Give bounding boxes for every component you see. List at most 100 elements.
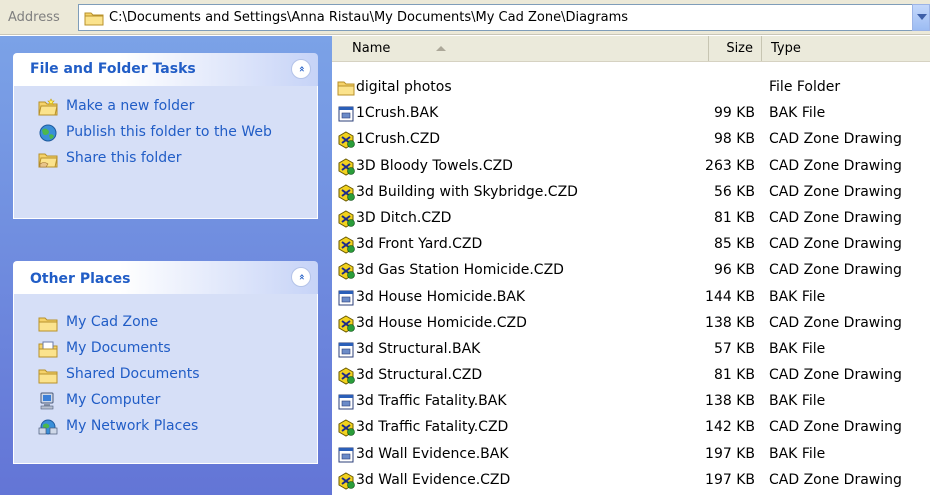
panel-title: Other Places xyxy=(30,271,131,287)
bak-file-icon xyxy=(337,289,355,307)
file-size: 99 KB xyxy=(713,105,755,122)
column-header-bar: Name Size Type xyxy=(332,36,930,62)
file-type: CAD Zone Drawing xyxy=(769,471,902,488)
folder-icon xyxy=(38,369,58,384)
file-folder-tasks-header[interactable]: File and Folder Tasks « xyxy=(13,53,318,86)
file-row[interactable]: 3d House Homicide.BAK 144 KB BAK File xyxy=(332,286,930,312)
file-row[interactable]: 3d House Homicide.CZD 138 KB CAD Zone Draw… xyxy=(332,312,930,338)
collapse-chevron-icon[interactable]: « xyxy=(291,267,311,287)
bak-file-icon xyxy=(337,393,355,411)
share-folder-icon xyxy=(38,153,58,168)
file-name: 3d Gas Station Homicide.CZD xyxy=(356,262,564,279)
network-places-icon xyxy=(38,419,58,435)
file-name: 3d Structural.BAK xyxy=(356,340,481,357)
file-row[interactable]: 1Crush.CZD 98 KB CAD Zone Drawing xyxy=(332,128,930,154)
file-type: CAD Zone Drawing xyxy=(769,209,902,226)
file-type: CAD Zone Drawing xyxy=(769,367,902,384)
file-type: CAD Zone Drawing xyxy=(769,314,902,331)
file-row[interactable]: digital photos File Folder xyxy=(332,76,930,102)
file-size: 98 KB xyxy=(713,131,755,148)
bak-file-icon xyxy=(337,446,355,464)
file-type: BAK File xyxy=(769,340,826,357)
task-pane: File and Folder Tasks « Make a new folde… xyxy=(0,36,332,495)
place-label: My Network Places xyxy=(66,418,199,434)
file-name: 3d Wall Evidence.CZD xyxy=(356,471,511,488)
place-label: My Computer xyxy=(66,392,161,408)
file-size: 138 KB xyxy=(705,393,755,410)
task-publish-web[interactable]: Publish this folder to the Web xyxy=(14,120,317,146)
file-folder-tasks-body: Make a new folder Publish this folder to… xyxy=(13,86,318,219)
file-size: 56 KB xyxy=(713,183,755,200)
file-size: 144 KB xyxy=(705,288,755,305)
file-type: BAK File xyxy=(769,445,826,462)
place-label: My Cad Zone xyxy=(66,314,159,330)
file-size: 85 KB xyxy=(713,236,755,253)
file-row[interactable]: 3d Wall Evidence.CZD 197 KB CAD Zone Drawi… xyxy=(332,469,930,495)
file-type: CAD Zone Drawing xyxy=(769,131,902,148)
place-shared-documents[interactable]: Shared Documents xyxy=(14,362,317,388)
file-name: 3d House Homicide.CZD xyxy=(356,314,527,331)
collapse-chevron-icon[interactable]: « xyxy=(291,59,311,79)
file-name: 3d Traffic Fatality.BAK xyxy=(356,393,507,410)
address-dropdown-button[interactable] xyxy=(912,4,930,31)
file-row[interactable]: 3d Building with Skybridge.CZD 56 KB CAD Z… xyxy=(332,181,930,207)
file-name: 3d Building with Skybridge.CZD xyxy=(356,183,578,200)
place-my-cad-zone[interactable]: My Cad Zone xyxy=(14,310,317,336)
file-row[interactable]: 3D Ditch.CZD 81 KB CAD Zone Drawing xyxy=(332,207,930,233)
file-name: 3d House Homicide.BAK xyxy=(356,288,526,305)
file-list: Name Size Type digital photos File Folder… xyxy=(332,36,930,495)
file-row[interactable]: 3d Traffic Fatality.BAK 138 KB BAK File xyxy=(332,390,930,416)
other-places-body: My Cad Zone My Documents Shared Document… xyxy=(13,294,318,464)
other-places-panel: Other Places « My Cad Zone My Documents xyxy=(13,261,318,464)
place-my-network-places[interactable]: My Network Places xyxy=(14,414,317,440)
cad-zone-drawing-icon xyxy=(337,262,355,280)
file-name: 3d Traffic Fatality.CZD xyxy=(356,419,509,436)
task-label: Share this folder xyxy=(66,150,182,166)
file-row[interactable]: 3d Structural.CZD 81 KB CAD Zone Drawing xyxy=(332,364,930,390)
task-label: Publish this folder to the Web xyxy=(66,124,272,140)
address-bar: Address C:\Documents and Settings\Anna R… xyxy=(0,0,930,35)
file-size: 81 KB xyxy=(713,209,755,226)
task-make-new-folder[interactable]: Make a new folder xyxy=(14,94,317,120)
file-name: 1Crush.BAK xyxy=(356,105,439,122)
file-row[interactable]: 3d Front Yard.CZD 85 KB CAD Zone Drawing xyxy=(332,233,930,259)
column-type-label: Type xyxy=(771,41,801,56)
cad-zone-drawing-icon xyxy=(337,131,355,149)
my-documents-icon xyxy=(38,341,58,358)
file-size: 197 KB xyxy=(705,471,755,488)
file-row[interactable]: 3d Wall Evidence.BAK 197 KB BAK File xyxy=(332,443,930,469)
bak-file-icon xyxy=(337,341,355,359)
file-size: 81 KB xyxy=(713,367,755,384)
file-type: BAK File xyxy=(769,288,826,305)
file-row[interactable]: 3d Gas Station Homicide.CZD 96 KB CAD Zone… xyxy=(332,259,930,285)
file-folder-tasks-panel: File and Folder Tasks « Make a new folde… xyxy=(13,53,318,219)
place-label: Shared Documents xyxy=(66,366,200,382)
bak-file-icon xyxy=(337,105,355,123)
address-label: Address xyxy=(8,10,60,25)
address-field[interactable]: C:\Documents and Settings\Anna Ristau\My… xyxy=(78,4,930,31)
place-my-computer[interactable]: My Computer xyxy=(14,388,317,414)
file-row[interactable]: 3D Bloody Towels.CZD 263 KB CAD Zone Drawi… xyxy=(332,155,930,181)
cad-zone-drawing-icon xyxy=(337,419,355,438)
column-header-name[interactable]: Name xyxy=(332,36,709,61)
file-row[interactable]: 1Crush.BAK 99 KB BAK File xyxy=(332,102,930,128)
place-my-documents[interactable]: My Documents xyxy=(14,336,317,362)
file-row[interactable]: 3d Traffic Fatality.CZD 142 KB CAD Zone Dr… xyxy=(332,416,930,442)
column-size-label: Size xyxy=(726,41,753,56)
file-name: 3d Front Yard.CZD xyxy=(356,236,483,253)
task-label: Make a new folder xyxy=(66,98,195,114)
file-size: 138 KB xyxy=(705,314,755,331)
file-name: 3d Structural.CZD xyxy=(356,367,483,384)
file-type: CAD Zone Drawing xyxy=(769,262,902,279)
address-path[interactable]: C:\Documents and Settings\Anna Ristau\My… xyxy=(109,10,628,25)
column-header-size[interactable]: Size xyxy=(709,36,762,61)
my-computer-icon xyxy=(40,392,54,410)
file-type: BAK File xyxy=(769,105,826,122)
file-type: CAD Zone Drawing xyxy=(769,183,902,200)
other-places-header[interactable]: Other Places « xyxy=(13,261,318,294)
cad-zone-drawing-icon xyxy=(337,367,355,385)
file-row[interactable]: 3d Structural.BAK 57 KB BAK File xyxy=(332,338,930,364)
task-share-folder[interactable]: Share this folder xyxy=(14,146,317,172)
column-header-type[interactable]: Type xyxy=(763,36,930,61)
file-name: 3D Bloody Towels.CZD xyxy=(356,157,513,174)
